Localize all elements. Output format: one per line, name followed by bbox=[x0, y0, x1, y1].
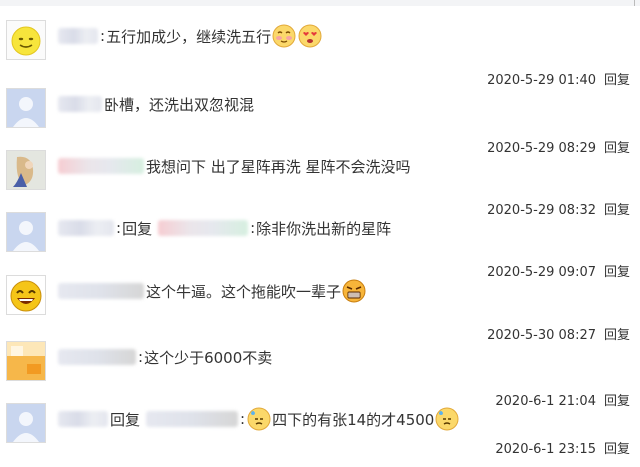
default-avatar-icon[interactable] bbox=[6, 403, 46, 443]
comment-item: 卧槽，还洗出双忽视混 2020-5-29 08:29 回复 bbox=[0, 88, 640, 156]
reply-button[interactable]: 回复 bbox=[604, 442, 630, 457]
comment-content: 回复 : 四下的有张14的才4500 bbox=[58, 404, 460, 434]
heart-eyes-emoji-icon bbox=[298, 24, 322, 48]
comment-item: : 五行加成少，继续洗五行 2020-5-29 01:40 回复 bbox=[0, 20, 640, 88]
username[interactable] bbox=[58, 96, 102, 112]
comment-content: 这个牛逼。这个拖能吹一辈子 bbox=[58, 276, 367, 306]
username[interactable] bbox=[58, 349, 136, 365]
username[interactable] bbox=[58, 411, 108, 427]
top-strip bbox=[0, 0, 640, 6]
default-avatar-icon[interactable] bbox=[6, 212, 46, 252]
comment-content: : 五行加成少，继续洗五行 bbox=[58, 21, 323, 51]
laughing-avatar-icon[interactable] bbox=[6, 275, 46, 315]
timestamp: 2020-6-1 23:15 bbox=[495, 442, 596, 457]
comment-item: : 回复 : 除非你洗出新的星阵 2020-5-29 09:07 回复 bbox=[0, 212, 640, 280]
comment-text: 这个牛逼。这个拖能吹一辈子 bbox=[146, 282, 342, 301]
comment-text: 五行加成少，继续洗五行 bbox=[106, 27, 272, 46]
comment-content: 卧槽，还洗出双忽视混 bbox=[58, 89, 254, 119]
comment-text: 卧槽，还洗出双忽视混 bbox=[104, 95, 255, 114]
comment-item: 我想问下 出了星阵再洗 星阵不会洗没吗 2020-5-29 08:32 回复 bbox=[0, 150, 640, 218]
comment-meta: 2020-6-1 23:15 回复 bbox=[495, 438, 630, 457]
scroll-tick bbox=[634, 0, 635, 6]
comment-item: 回复 : 四下的有张14的才4500 2020-6-1 23:15 回复 bbox=[0, 403, 640, 465]
username[interactable] bbox=[58, 283, 144, 299]
reply-button[interactable]: 回复 bbox=[604, 73, 630, 88]
reply-target-username[interactable] bbox=[158, 220, 249, 236]
comment-text: 这个少于6000不卖 bbox=[144, 348, 273, 367]
reply-target-username[interactable] bbox=[146, 411, 239, 427]
comment-text: 我想问下 出了星阵再洗 星阵不会洗没吗 bbox=[146, 157, 411, 176]
comment-meta: 2020-5-29 01:40 回复 bbox=[487, 69, 630, 88]
smiley-avatar-icon[interactable] bbox=[6, 20, 46, 60]
default-avatar-icon[interactable] bbox=[6, 88, 46, 128]
reply-word: 回复 bbox=[122, 219, 153, 238]
username[interactable] bbox=[58, 28, 98, 44]
username[interactable] bbox=[58, 158, 144, 174]
photo-avatar-icon[interactable] bbox=[6, 150, 46, 190]
angry-grin-emoji-icon bbox=[342, 279, 366, 303]
shy-emoji-icon bbox=[272, 24, 296, 48]
comment-content: 我想问下 出了星阵再洗 星阵不会洗没吗 bbox=[58, 151, 411, 181]
comment-list: : 五行加成少，继续洗五行 2020-5-29 01:40 回复 卧槽，还洗出双忽… bbox=[0, 0, 640, 467]
sweat-emoji-icon bbox=[435, 407, 459, 431]
comment-content: : 回复 : 除非你洗出新的星阵 bbox=[58, 213, 391, 243]
sweat-emoji-icon bbox=[247, 407, 271, 431]
comment-text: 除非你洗出新的星阵 bbox=[256, 219, 392, 238]
timestamp: 2020-5-29 01:40 bbox=[487, 73, 596, 88]
comment-content: : 这个少于6000不卖 bbox=[58, 342, 272, 372]
comment-text: 四下的有张14的才4500 bbox=[272, 410, 435, 429]
username[interactable] bbox=[58, 220, 114, 236]
comment-item: : 这个少于6000不卖 2020-6-1 21:04 回复 bbox=[0, 341, 640, 409]
comment-item: 这个牛逼。这个拖能吹一辈子 2020-5-30 08:27 回复 bbox=[0, 275, 640, 343]
orange-photo-avatar-icon[interactable] bbox=[6, 341, 46, 381]
reply-word: 回复 bbox=[110, 410, 141, 429]
